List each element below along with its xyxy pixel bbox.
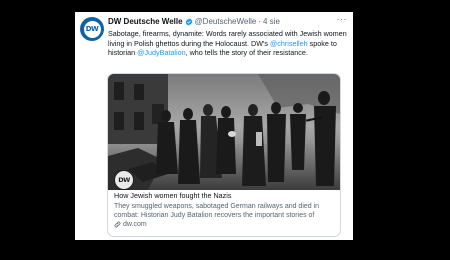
mention-link[interactable]: @JudyBatalion — [137, 48, 185, 57]
dw-watermark-icon: DW — [114, 170, 134, 190]
tweet-timestamp[interactable]: 4 sie — [263, 16, 280, 28]
verified-badge-icon — [185, 18, 193, 26]
link-icon — [114, 221, 121, 228]
article-photo[interactable] — [108, 74, 340, 190]
link-preview-card[interactable]: DW How Jewish women fought the Nazis The… — [107, 73, 341, 237]
card-domain[interactable]: dw.com — [114, 221, 147, 228]
display-name[interactable]: DW Deutsche Welle — [108, 16, 183, 28]
tweet-text-part: , who tells the story of their resistanc… — [185, 48, 308, 57]
avatar[interactable]: DW — [80, 17, 104, 41]
mention-link[interactable]: @chriselleh — [270, 39, 308, 48]
card-domain-text[interactable]: dw.com — [123, 221, 147, 228]
separator-dot: · — [258, 17, 261, 26]
tweet-card[interactable]: DW DW Deutsche Welle @DeutscheWelle · 4 … — [75, 12, 353, 240]
tweet-text: Sabotage, firearms, dynamite: Words rare… — [108, 29, 348, 58]
user-handle[interactable]: @DeutscheWelle — [195, 16, 257, 28]
more-options-icon[interactable]: ··· — [337, 14, 348, 24]
dw-logo-icon: DW — [83, 20, 101, 38]
card-title[interactable]: How Jewish women fought the Nazis — [114, 191, 231, 200]
tweet-header: DW Deutsche Welle @DeutscheWelle · 4 sie — [108, 16, 335, 28]
card-description: They smuggled weapons, sabotaged German … — [114, 203, 320, 219]
